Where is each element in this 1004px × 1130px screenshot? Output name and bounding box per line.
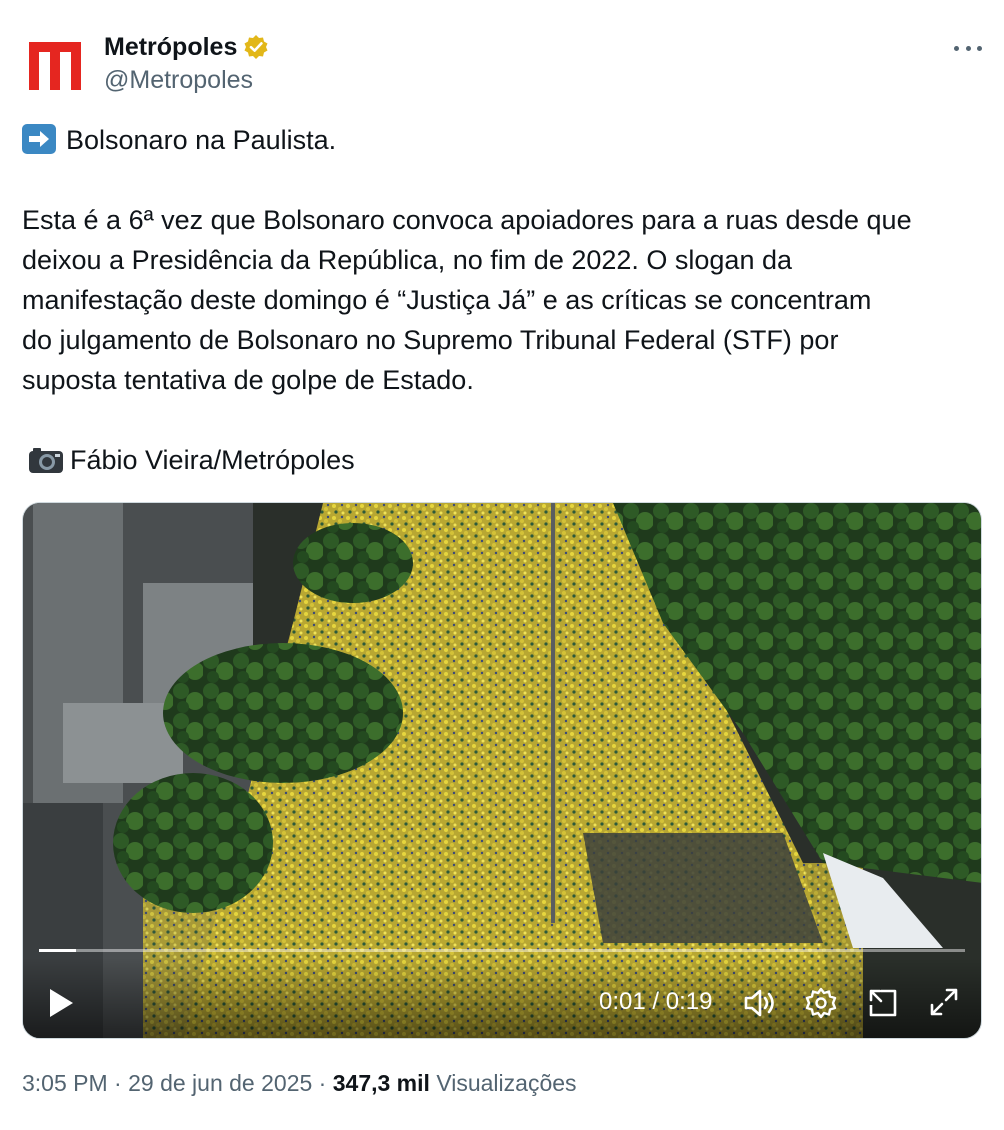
tweet-body-line: manifestação deste domingo é “Justiça Já… (22, 285, 872, 315)
video-player[interactable]: 0:01 / 0:19 (22, 502, 982, 1039)
settings-icon[interactable] (805, 987, 837, 1019)
tweet-footer: 3:05 PM · 29 de jun de 2025 · 347,3 mil … (22, 1070, 577, 1097)
tweet-title: Bolsonaro na Paulista. (66, 125, 337, 155)
tweet-body-line: suposta tentativa de golpe de Estado. (22, 365, 474, 395)
tweet-date[interactable]: 29 de jun de 2025 (128, 1070, 312, 1096)
tweet-body-line: deixou a Presidência da República, no fi… (22, 245, 793, 275)
author-name-row: Metrópoles (104, 30, 269, 64)
author-handle[interactable]: @Metropoles (104, 66, 253, 95)
video-progress-fill (39, 949, 77, 952)
video-time-display: 0:01 / 0:19 (599, 988, 713, 1015)
pip-icon[interactable] (867, 987, 899, 1019)
separator: · (114, 1070, 122, 1096)
tweet-time[interactable]: 3:05 PM (22, 1070, 108, 1096)
video-controls (23, 958, 981, 1038)
tweet-title-line: Bolsonaro na Paulista. (22, 120, 987, 160)
verified-badge-icon (244, 35, 268, 59)
camera-emoji-icon (29, 448, 63, 473)
separator: · (318, 1070, 327, 1096)
views-count: 347,3 mil (332, 1070, 430, 1096)
author-display-name[interactable]: Metrópoles (104, 33, 237, 62)
tweet-header: Metrópoles @Metropoles (24, 30, 984, 100)
fullscreen-icon[interactable] (929, 987, 959, 1017)
metropoles-logo[interactable] (26, 36, 84, 94)
video-progress-bar[interactable] (39, 949, 965, 952)
more-options-icon[interactable] (954, 36, 982, 60)
tweet-body: Esta é a 6ª vez que Bolsonaro convoca ap… (22, 200, 987, 400)
photo-credit[interactable]: Fábio Vieira/Metrópoles (70, 445, 355, 475)
views-label: Visualizações (436, 1070, 577, 1096)
arrow-right-emoji-icon (22, 124, 56, 154)
tweet-body-line: Esta é a 6ª vez que Bolsonaro convoca ap… (22, 205, 912, 235)
volume-icon[interactable] (743, 987, 779, 1019)
tweet-body-line: do julgamento de Bolsonaro no Supremo Tr… (22, 325, 839, 355)
play-icon[interactable] (47, 987, 75, 1019)
photo-credit-line: Fábio Vieira/Metrópoles (22, 440, 987, 480)
